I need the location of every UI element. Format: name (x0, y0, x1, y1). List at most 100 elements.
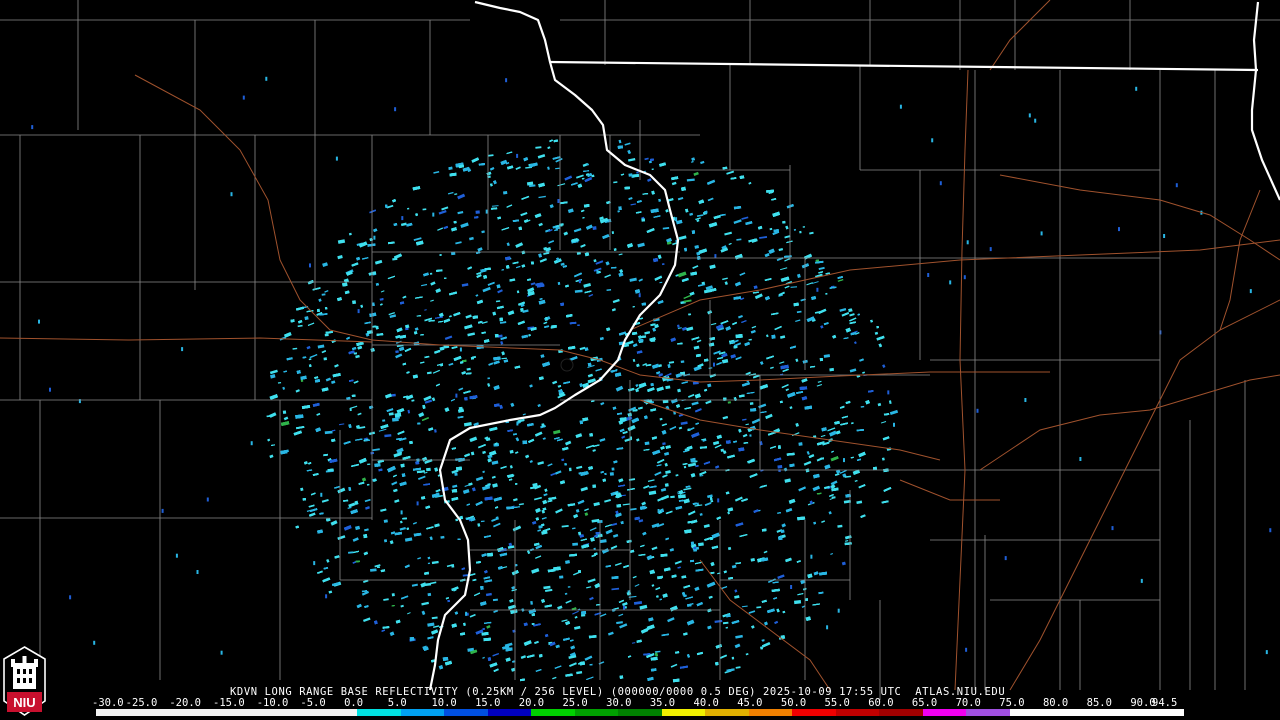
radar-map (0, 0, 1280, 720)
echo-speck (577, 324, 580, 326)
echo-speck (650, 383, 654, 387)
echo-speck (317, 308, 320, 312)
echo-speck (391, 593, 395, 597)
echo-speck (538, 654, 543, 658)
echo-speck (592, 484, 597, 488)
echo-speck (819, 357, 823, 362)
echo-speck (632, 173, 640, 178)
echo-speck (530, 261, 534, 265)
echo-speck (726, 614, 731, 618)
echo-speck (715, 661, 719, 666)
echo-speck (609, 472, 614, 476)
echo-speck (619, 675, 624, 679)
echo-speck (804, 598, 809, 601)
echo-speck (825, 292, 828, 295)
echo-speck (799, 386, 808, 390)
echo-speck (725, 440, 731, 444)
echo-speck (564, 463, 567, 466)
echo-speck (454, 472, 458, 476)
echo-speck (531, 623, 535, 625)
echo-speck (427, 592, 432, 597)
echo-speck (581, 610, 587, 615)
echo-speck (780, 529, 785, 534)
echo-speck (518, 226, 522, 231)
echo-speck (617, 145, 623, 149)
echo-speck (777, 464, 783, 469)
echo-speck (503, 190, 508, 195)
echo-speck (780, 635, 785, 639)
echo-speck (429, 272, 433, 275)
echo-speck (531, 613, 535, 617)
echo-speck (530, 600, 533, 605)
echo-speck (425, 467, 431, 472)
echo-speck (771, 334, 776, 339)
echo-speck (691, 230, 696, 234)
echo-speck (392, 417, 399, 422)
echo-speck (680, 360, 685, 363)
echo-speck (589, 433, 593, 437)
echo-speck (693, 546, 697, 550)
echo-speck (302, 498, 307, 501)
echo-speck (664, 483, 669, 487)
echo-speck (516, 290, 520, 294)
echo-speck (448, 166, 453, 170)
echo-speck (618, 206, 622, 210)
echo-speck (401, 473, 406, 477)
echo-speck (749, 402, 754, 405)
echo-speck (382, 419, 386, 422)
echo-speck (592, 226, 597, 230)
echo-speck (475, 210, 480, 214)
echo-speck (464, 397, 468, 401)
echo-speck (282, 410, 287, 414)
echo-speck (572, 542, 579, 546)
echo-speck (557, 281, 561, 285)
echo-speck (753, 285, 758, 289)
echo-speck (324, 333, 329, 337)
echo-speck (794, 600, 802, 605)
echo-speck (559, 575, 564, 579)
echo-speck (731, 656, 735, 660)
echo-speck (644, 441, 650, 446)
echo-speck (690, 541, 694, 546)
echo-speck (456, 466, 462, 471)
echo-speck (665, 385, 671, 390)
echo-speck (777, 445, 781, 449)
echo-speck (798, 442, 803, 446)
echo-speck (750, 408, 757, 412)
echo-speck (641, 218, 646, 222)
echo-speck (324, 306, 328, 310)
echo-speck (372, 302, 375, 306)
echo-speck (611, 467, 615, 471)
echo-speck (586, 163, 589, 166)
echo-speck (400, 463, 405, 468)
echo-speck (701, 200, 704, 204)
echo-speck (876, 325, 879, 329)
echo-speck (749, 434, 752, 437)
echo-speck (494, 334, 499, 338)
echo-speck (799, 230, 802, 234)
echo-speck (651, 556, 655, 558)
echo-speck (487, 377, 490, 380)
echo-speck (735, 334, 743, 339)
echo-speck (567, 586, 571, 588)
echo-speck (442, 656, 449, 661)
echo-speck (829, 367, 835, 372)
echo-speck (561, 458, 565, 462)
echo-speck (520, 308, 524, 312)
echo-speck (581, 614, 586, 617)
echo-speck (323, 357, 328, 361)
echo-speck (641, 302, 646, 306)
echo-speck (409, 636, 415, 641)
echo-speck (482, 627, 486, 631)
echo-speck (384, 539, 387, 543)
echo-speck (568, 467, 572, 472)
echo-speck (611, 231, 615, 234)
echo-speck (349, 407, 352, 412)
echo-speck (455, 518, 459, 522)
echo-speck (415, 461, 420, 465)
echo-speck (802, 226, 806, 228)
echo-speck (352, 300, 357, 305)
echo-speck (727, 401, 731, 404)
echo-speck (342, 282, 348, 287)
echo-speck (487, 552, 493, 557)
